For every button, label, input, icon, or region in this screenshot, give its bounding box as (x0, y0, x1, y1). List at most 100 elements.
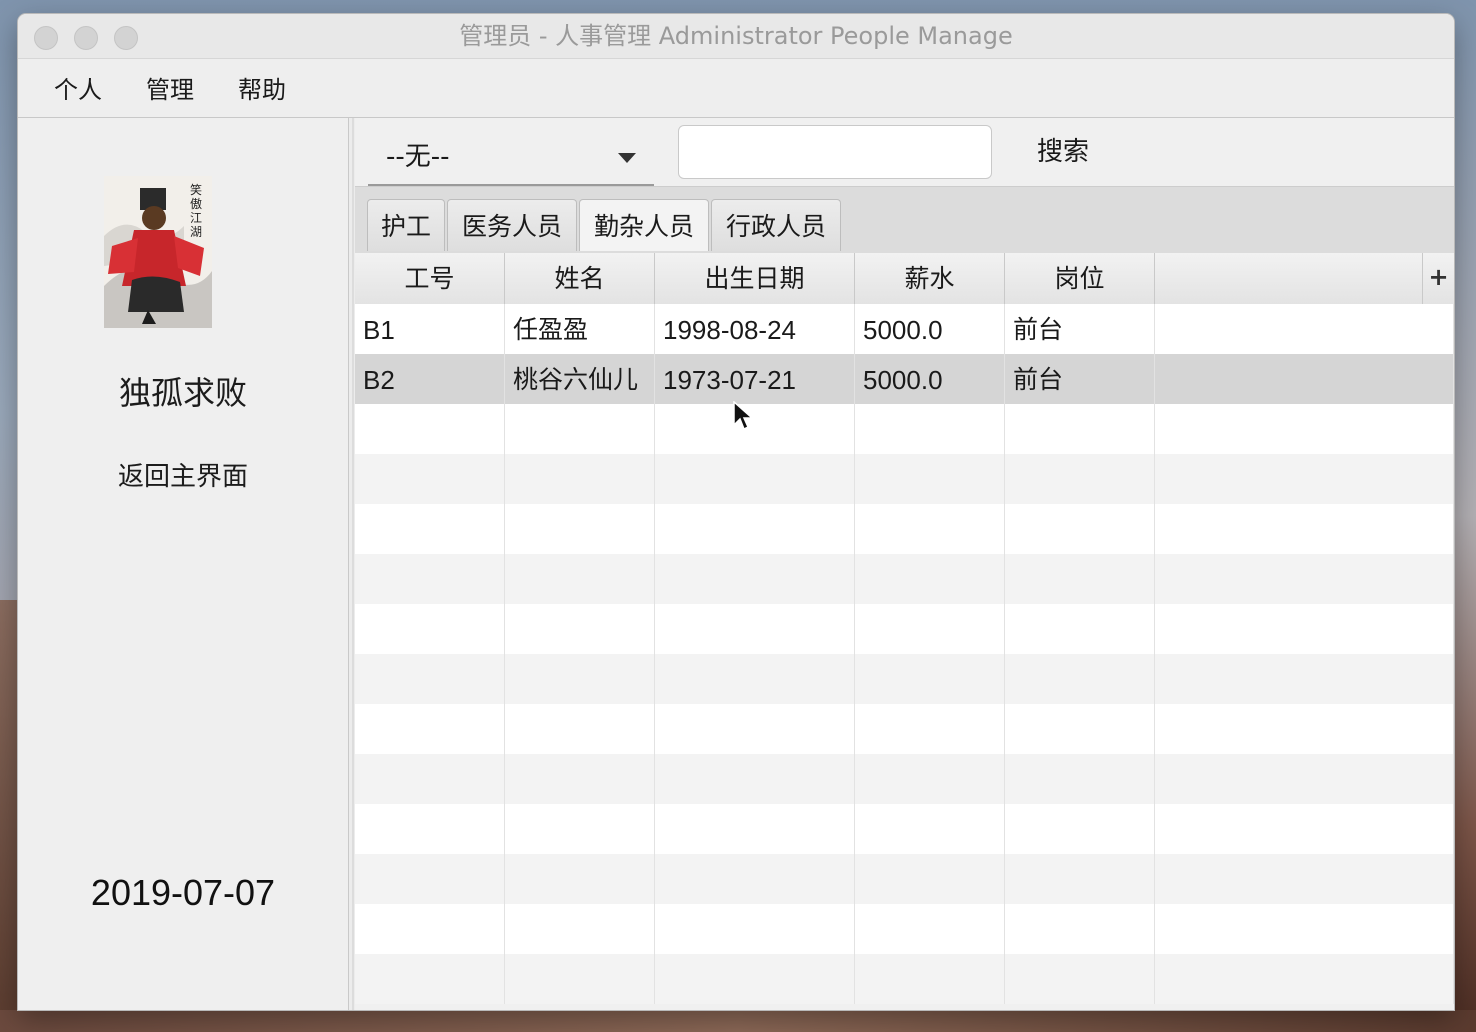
table-cell[interactable] (355, 654, 505, 704)
table-cell[interactable] (1155, 604, 1454, 654)
table-row[interactable] (355, 804, 1454, 854)
table-cell[interactable]: 1998-08-24 (655, 304, 855, 354)
table-cell[interactable] (855, 754, 1005, 804)
table-cell[interactable] (1005, 654, 1155, 704)
table-cell[interactable] (1155, 904, 1454, 954)
tab-admin-staff[interactable]: 行政人员 (711, 199, 841, 251)
splitter-divider[interactable] (352, 118, 354, 1010)
table-cell[interactable] (1155, 704, 1454, 754)
table-row[interactable] (355, 754, 1454, 804)
table-cell[interactable] (655, 554, 855, 604)
table-cell[interactable] (855, 704, 1005, 754)
table-cell[interactable] (1005, 454, 1155, 504)
table-cell[interactable] (655, 954, 855, 1004)
table-cell[interactable] (355, 704, 505, 754)
table-cell[interactable] (1005, 804, 1155, 854)
table-cell[interactable] (1005, 754, 1155, 804)
filter-dropdown[interactable]: --无-- (368, 128, 654, 186)
table-cell[interactable] (355, 404, 505, 454)
table-cell[interactable] (1155, 304, 1454, 354)
column-header-birthdate[interactable]: 出生日期 (655, 253, 855, 304)
menu-manage[interactable]: 管理 (146, 59, 194, 117)
search-input[interactable] (678, 125, 992, 179)
table-cell[interactable] (355, 454, 505, 504)
table-row[interactable] (355, 504, 1454, 554)
table-cell[interactable] (655, 454, 855, 504)
table-cell[interactable] (505, 704, 655, 754)
table-cell[interactable] (655, 754, 855, 804)
table-cell[interactable] (355, 954, 505, 1004)
table-cell[interactable] (855, 854, 1005, 904)
table-cell[interactable]: B2 (355, 354, 505, 404)
table-cell[interactable]: 5000.0 (855, 304, 1005, 354)
table-cell[interactable] (1155, 804, 1454, 854)
table-cell[interactable] (655, 704, 855, 754)
table-row[interactable] (355, 404, 1454, 454)
table-cell[interactable] (505, 904, 655, 954)
table-cell[interactable] (355, 554, 505, 604)
tab-support-staff[interactable]: 勤杂人员 (579, 199, 709, 251)
table-cell[interactable] (855, 454, 1005, 504)
table-cell[interactable] (505, 454, 655, 504)
table-cell[interactable] (855, 904, 1005, 954)
table-cell[interactable]: 前台 (1005, 354, 1155, 404)
table-row[interactable] (355, 904, 1454, 954)
table-row[interactable] (355, 654, 1454, 704)
column-header-position[interactable]: 岗位 (1005, 253, 1155, 304)
table-cell[interactable]: 5000.0 (855, 354, 1005, 404)
table-cell[interactable]: 前台 (1005, 304, 1155, 354)
table-cell[interactable]: 1973-07-21 (655, 354, 855, 404)
table-cell[interactable] (1155, 854, 1454, 904)
table-cell[interactable] (505, 604, 655, 654)
table-row[interactable] (355, 954, 1454, 1004)
table-cell[interactable] (505, 804, 655, 854)
table-cell[interactable] (1155, 654, 1454, 704)
table-cell[interactable] (1005, 904, 1155, 954)
table-cell[interactable] (1005, 504, 1155, 554)
table-cell[interactable] (505, 504, 655, 554)
column-header-name[interactable]: 姓名 (505, 253, 655, 304)
table-cell[interactable] (655, 504, 855, 554)
table-cell[interactable] (505, 954, 655, 1004)
table-cell[interactable] (355, 754, 505, 804)
table-cell[interactable] (1005, 404, 1155, 454)
title-bar[interactable]: 管理员 - 人事管理 Administrator People Manage (18, 14, 1454, 59)
column-header-id[interactable]: 工号 (355, 253, 505, 304)
table-cell[interactable] (855, 554, 1005, 604)
table-cell[interactable] (855, 404, 1005, 454)
table-cell[interactable] (855, 654, 1005, 704)
table-cell[interactable] (505, 654, 655, 704)
back-to-main-button[interactable]: 返回主界面 (18, 456, 348, 493)
table-cell[interactable] (1005, 604, 1155, 654)
table-cell[interactable] (355, 504, 505, 554)
table-cell[interactable] (505, 754, 655, 804)
table-cell[interactable]: B1 (355, 304, 505, 354)
table-cell[interactable] (355, 604, 505, 654)
table-row[interactable] (355, 604, 1454, 654)
table-cell[interactable] (655, 904, 855, 954)
table-row[interactable]: B1 任盈盈 1998-08-24 5000.0 前台 (355, 304, 1454, 354)
table-cell[interactable] (1155, 504, 1454, 554)
column-header-salary[interactable]: 薪水 (855, 253, 1005, 304)
table-cell[interactable] (655, 604, 855, 654)
table-cell[interactable] (505, 404, 655, 454)
table-cell[interactable] (355, 854, 505, 904)
table-cell[interactable] (1005, 854, 1155, 904)
table-cell[interactable] (655, 804, 855, 854)
table-row[interactable] (355, 854, 1454, 904)
search-button[interactable]: 搜索 (1023, 126, 1103, 178)
table-cell[interactable] (355, 804, 505, 854)
table-cell[interactable] (1005, 554, 1155, 604)
table-cell[interactable] (1155, 754, 1454, 804)
table-cell[interactable] (505, 554, 655, 604)
table-cell[interactable] (1155, 954, 1454, 1004)
table-cell[interactable] (1005, 954, 1155, 1004)
table-cell[interactable] (1155, 454, 1454, 504)
table-row[interactable] (355, 454, 1454, 504)
table-cell[interactable]: 桃谷六仙儿 (505, 354, 655, 404)
table-row[interactable]: B2 桃谷六仙儿 1973-07-21 5000.0 前台 (355, 354, 1454, 404)
table-cell[interactable] (1155, 554, 1454, 604)
table-cell[interactable] (655, 854, 855, 904)
table-cell[interactable] (1155, 404, 1454, 454)
tab-medical-staff[interactable]: 医务人员 (447, 199, 577, 251)
